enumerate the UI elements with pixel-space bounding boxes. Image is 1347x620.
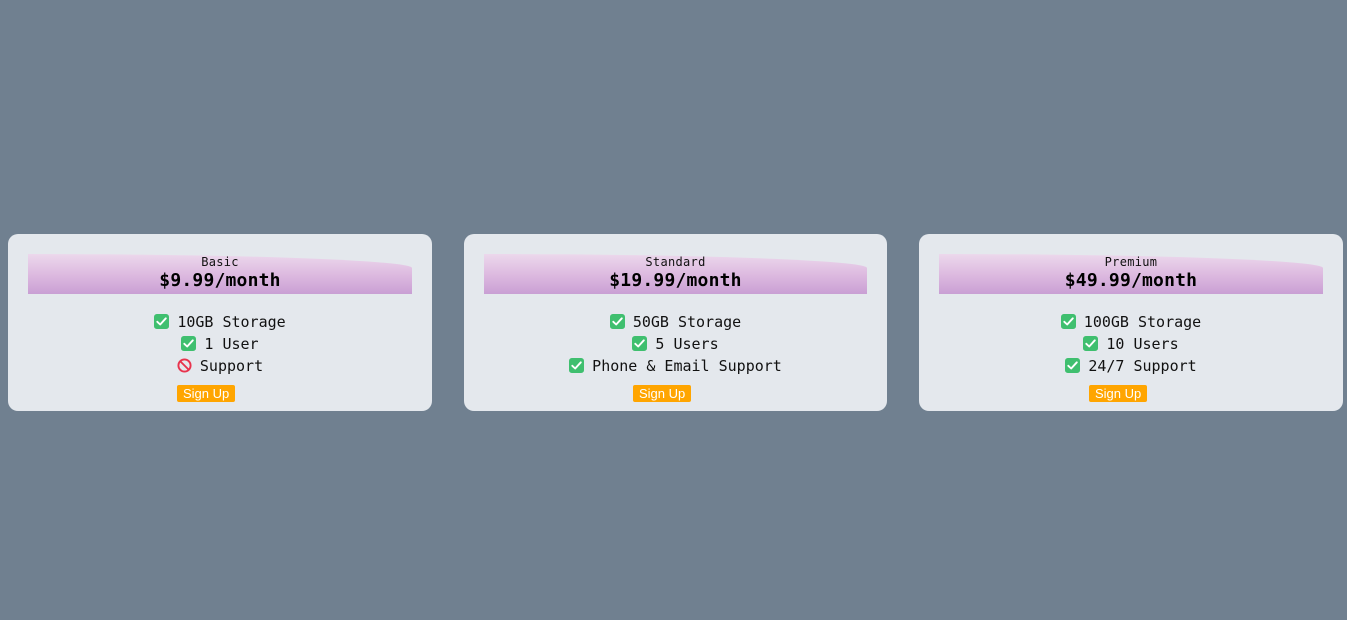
plan-card-premium: Premium $49.99/month 100GB Storage 10 Us…: [919, 234, 1343, 411]
check-mark-icon: [609, 314, 625, 329]
feature-item: 50GB Storage: [464, 311, 887, 333]
pricing-plans: Basic $9.99/month 10GB Storage 1 User Su…: [0, 234, 1347, 412]
sign-up-button[interactable]: Sign Up: [177, 385, 236, 402]
feature-item: Phone & Email Support: [464, 355, 887, 377]
check-mark-icon: [1083, 336, 1099, 351]
sign-up-button[interactable]: Sign Up: [633, 385, 692, 402]
feature-list: 50GB Storage 5 Users Phone & Email Suppo…: [464, 311, 887, 377]
sign-up-button[interactable]: Sign Up: [1089, 385, 1148, 402]
plan-card-basic: Basic $9.99/month 10GB Storage 1 User Su…: [8, 234, 432, 411]
check-mark-icon: [1065, 358, 1081, 373]
feature-label: Phone & Email Support: [592, 357, 782, 375]
feature-label: 10 Users: [1106, 335, 1179, 353]
plan-name: Standard: [645, 255, 706, 269]
check-mark-icon: [154, 314, 170, 329]
feature-item: 1 User: [8, 333, 432, 355]
prohibited-icon: [177, 358, 192, 373]
feature-label: Support: [199, 357, 264, 375]
feature-label: 5 Users: [655, 335, 719, 353]
feature-list: 100GB Storage 10 Users 24/7 Support: [919, 311, 1343, 377]
plan-price: $9.99/month: [159, 270, 281, 291]
feature-item: Support: [8, 355, 432, 377]
feature-label: 100GB Storage: [1083, 313, 1202, 331]
check-mark-icon: [569, 358, 585, 373]
feature-label: 1 User: [204, 335, 259, 353]
feature-item: 10GB Storage: [8, 311, 432, 333]
check-mark-icon: [1060, 314, 1076, 329]
feature-label: 50GB Storage: [632, 313, 742, 331]
plan-price: $19.99/month: [609, 270, 742, 291]
feature-item: 10 Users: [919, 333, 1343, 355]
feature-item: 5 Users: [464, 333, 887, 355]
check-mark-icon: [632, 336, 648, 351]
plan-name: Premium: [1104, 255, 1158, 269]
plan-name: Basic: [201, 255, 239, 269]
feature-label: 24/7 Support: [1088, 357, 1197, 375]
plan-price: $49.99/month: [1064, 270, 1198, 291]
feature-list: 10GB Storage 1 User Support: [8, 311, 432, 377]
feature-label: 10GB Storage: [177, 313, 286, 331]
check-mark-icon: [181, 336, 197, 351]
feature-item: 100GB Storage: [919, 311, 1343, 333]
feature-item: 24/7 Support: [919, 355, 1343, 377]
plan-card-standard: Standard $19.99/month 50GB Storage 5 Use…: [464, 234, 887, 411]
